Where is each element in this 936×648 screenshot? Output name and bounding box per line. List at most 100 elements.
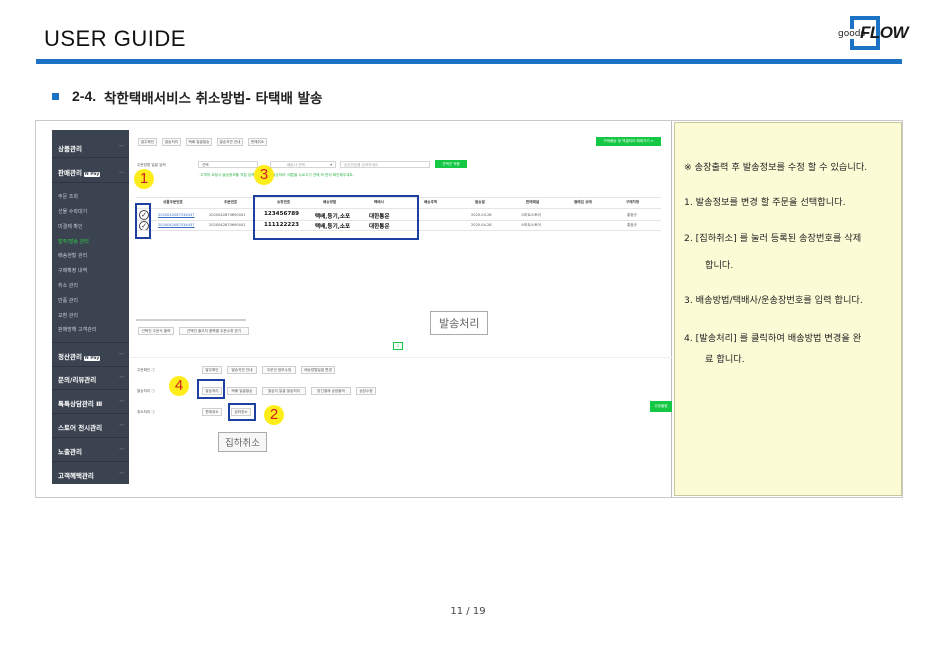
bulk-method-change-button[interactable]: 배송방법일괄 변경 bbox=[301, 366, 335, 374]
order-number: 2020042870690041 bbox=[209, 223, 246, 227]
bulk-input-label: 주문방법 일괄 입력 bbox=[137, 163, 166, 167]
guide-frame: 상품관리 ﹀ 판매관리 N Pay ︿ 주문 조회 선물 수락대기 미결제 확인 … bbox=[35, 120, 903, 498]
pickup-cancel-tooltip: 집하취소 bbox=[218, 432, 267, 452]
ship-date: 2020.04.28 bbox=[471, 223, 492, 227]
section-bullet bbox=[52, 93, 59, 100]
col-order: 주문번호 bbox=[224, 200, 238, 204]
note-step-2-cont: 합니다. bbox=[705, 260, 734, 271]
sidebar-head-product[interactable]: 상품관리 bbox=[58, 143, 82, 153]
sidebar-head-inquiry[interactable]: 문의/리뷰관리 bbox=[58, 374, 96, 384]
chevron-down-icon: ﹀ bbox=[118, 145, 124, 151]
sidebar-item-return[interactable]: 반품 관리 bbox=[58, 297, 78, 304]
highlight-invoice-info bbox=[253, 195, 419, 240]
cancel-process-label: 취소처리 ⓘ bbox=[137, 410, 155, 414]
sidebar-item-unpaid[interactable]: 미결제 확인 bbox=[58, 223, 83, 230]
warehouse-receipt-button[interactable]: 선택건 출고지 품목별 주문수취 받기 bbox=[179, 327, 249, 335]
highlight-checkboxes bbox=[135, 203, 151, 239]
col-product-order: 상품주문번호 bbox=[163, 200, 183, 204]
sale-cancel-button[interactable]: 판매취소 bbox=[248, 138, 267, 146]
edit-order-info-button[interactable]: 주문건 정보수정 bbox=[262, 366, 296, 374]
print-order-button[interactable]: 선택건 주문서 출력 bbox=[138, 327, 174, 335]
instruction-notes: ※ 송장출력 후 발송정보를 수정 할 수 있습니다. 1. 발송정보를 변경 … bbox=[674, 122, 902, 496]
note-step-4-cont: 료 합니다. bbox=[705, 354, 745, 365]
sidebar-item-blocked-customer[interactable]: 판매방해 고객관리 bbox=[58, 326, 96, 333]
sidebar-item-exchange[interactable]: 교환 관리 bbox=[58, 312, 78, 319]
page-footer: 11 / 19 bbox=[450, 606, 486, 617]
order-number: 2020042870690041 bbox=[209, 213, 246, 217]
product-order-link[interactable]: 2020042087534437 bbox=[158, 213, 195, 217]
npay-badge: N Pay bbox=[83, 172, 101, 177]
npay-badge: N Pay bbox=[83, 356, 101, 361]
excel-button[interactable]: 구매배송 및 엑셀처리 해제가기 > bbox=[596, 137, 661, 146]
chevron-down-icon: ﹀ bbox=[118, 400, 124, 406]
col-claim: 클레임 상태 bbox=[574, 200, 592, 204]
buyer-name: 홍중규 bbox=[627, 213, 637, 217]
delay-notice-button-2[interactable]: 발송지연 안내 bbox=[227, 366, 257, 374]
sidebar-item-gift[interactable]: 선물 수락대기 bbox=[58, 208, 87, 215]
col-channel: 판매채널 bbox=[526, 200, 540, 204]
header-rule bbox=[36, 59, 902, 64]
chevron-down-icon: ▾ bbox=[330, 163, 332, 167]
invoice-print-button[interactable]: 맞긴결제 송장출력 bbox=[311, 387, 351, 395]
horizontal-scrollbar[interactable] bbox=[136, 319, 246, 321]
sidebar-item-delivery-status[interactable]: 배송현황 관리 bbox=[58, 252, 87, 259]
doc-title: USER GUIDE bbox=[44, 26, 186, 51]
col-ship-date: 발송일 bbox=[475, 200, 485, 204]
origin-bulk-ship-button[interactable]: 발송지 일괄 발송처리 bbox=[262, 387, 306, 395]
sidebar-item-purchase-confirm[interactable]: 구매확정 내역 bbox=[58, 267, 87, 274]
method-select[interactable]: 선택 bbox=[198, 161, 258, 168]
callout-1: 1 bbox=[134, 169, 154, 189]
sidebar-head-exposure[interactable]: 노출관리 bbox=[58, 446, 82, 456]
chevron-down-icon: ﹀ bbox=[118, 353, 124, 359]
callout-2: 2 bbox=[264, 405, 284, 425]
ship-button[interactable]: 발송처리 bbox=[162, 138, 181, 146]
bulk-ship-button-2[interactable]: 택배 일괄발송 bbox=[227, 387, 257, 395]
chevron-down-icon: ﹀ bbox=[118, 472, 124, 478]
sale-cancel-button-2[interactable]: 판매취소 bbox=[202, 408, 222, 416]
note-step-4: 4. [발송처리] 를 클릭하여 배송방법 변경을 완 bbox=[684, 333, 862, 344]
col-buyer: 구매자명 bbox=[626, 200, 640, 204]
admin-screenshot: 상품관리 ﹀ 판매관리 N Pay ︿ 주문 조회 선물 수락대기 미결제 확인 … bbox=[36, 121, 672, 497]
talk-icon: Ⅲ bbox=[96, 400, 103, 408]
ship-process-label: 발송처리 ⓘ bbox=[137, 389, 155, 393]
invoice-input[interactable]: 송장번호를 입력하세요 bbox=[340, 161, 430, 168]
invoice-edit-button[interactable]: 송장수정 bbox=[356, 387, 376, 395]
sidebar-head-settlement[interactable]: 정산관리 N Pay bbox=[58, 351, 101, 361]
note-prefix: ※ 송장출력 후 발송정보를 수정 할 수 있습니다. bbox=[684, 162, 868, 173]
highlight-ship-button bbox=[197, 379, 225, 399]
section-title: 착한택배서비스 취소방법- 타택배 발송 bbox=[104, 91, 323, 107]
note-step-1: 1. 발송정보를 변경 할 주문을 선택합니다. bbox=[684, 197, 846, 208]
col-tracking: 배송추적 bbox=[424, 200, 438, 204]
ship-process-tooltip: 발송처리 bbox=[430, 311, 489, 335]
sidebar-item-order-search[interactable]: 주문 조회 bbox=[58, 193, 78, 200]
sales-channel: 스마트스토어 bbox=[521, 223, 541, 227]
sidebar-item-shipping[interactable]: 발주/발송 관리 bbox=[58, 238, 89, 245]
chevron-up-icon: ︿ bbox=[118, 169, 124, 175]
confirm-order-button-2[interactable]: 발주확인 bbox=[202, 366, 222, 374]
section-number: 2-4. bbox=[72, 88, 97, 104]
logo-big-text: FLOW bbox=[860, 23, 909, 42]
carrier-select[interactable]: 배송사 선택 ▾ bbox=[270, 161, 336, 168]
sidebar-item-cancel[interactable]: 취소 관리 bbox=[58, 282, 78, 289]
confirm-order-button[interactable]: 발주확인 bbox=[138, 138, 157, 146]
sidebar-head-talk[interactable]: 톡톡상담관리 Ⅲ bbox=[58, 398, 102, 408]
sales-channel: 스마트스토어 bbox=[521, 213, 541, 217]
product-order-link[interactable]: 2020042087534437 bbox=[158, 223, 195, 227]
ship-date: 2020.04.28 bbox=[471, 213, 492, 217]
sidebar: 상품관리 ﹀ 판매관리 N Pay ︿ 주문 조회 선물 수락대기 미결제 확인 … bbox=[52, 130, 129, 484]
buyer-name: 홍중규 bbox=[627, 223, 637, 227]
bulk-ship-button[interactable]: 택배 일괄발송 bbox=[186, 138, 212, 146]
chevron-down-icon: ﹀ bbox=[118, 448, 124, 454]
defect-edit-button[interactable]: 수정불량 bbox=[650, 401, 672, 412]
note-step-3: 3. 배송방법/택배사/운송장번호를 입력 합니다. bbox=[684, 295, 863, 306]
sidebar-head-benefit[interactable]: 고객혜택관리 bbox=[58, 470, 94, 480]
callout-4: 4 bbox=[169, 376, 189, 396]
sidebar-head-store[interactable]: 스토어 전시관리 bbox=[58, 422, 102, 432]
delay-notice-button[interactable]: 발송지연 안내 bbox=[217, 138, 243, 146]
sidebar-head-sales[interactable]: 판매관리 N Pay bbox=[58, 167, 101, 177]
apply-button[interactable]: 선택건 적용 bbox=[435, 160, 467, 168]
chevron-down-icon: ﹀ bbox=[118, 424, 124, 430]
goodsflow-logo: goods FLOW bbox=[838, 16, 909, 52]
page-number[interactable]: 1 bbox=[393, 342, 403, 350]
highlight-pickup-cancel bbox=[228, 403, 256, 421]
